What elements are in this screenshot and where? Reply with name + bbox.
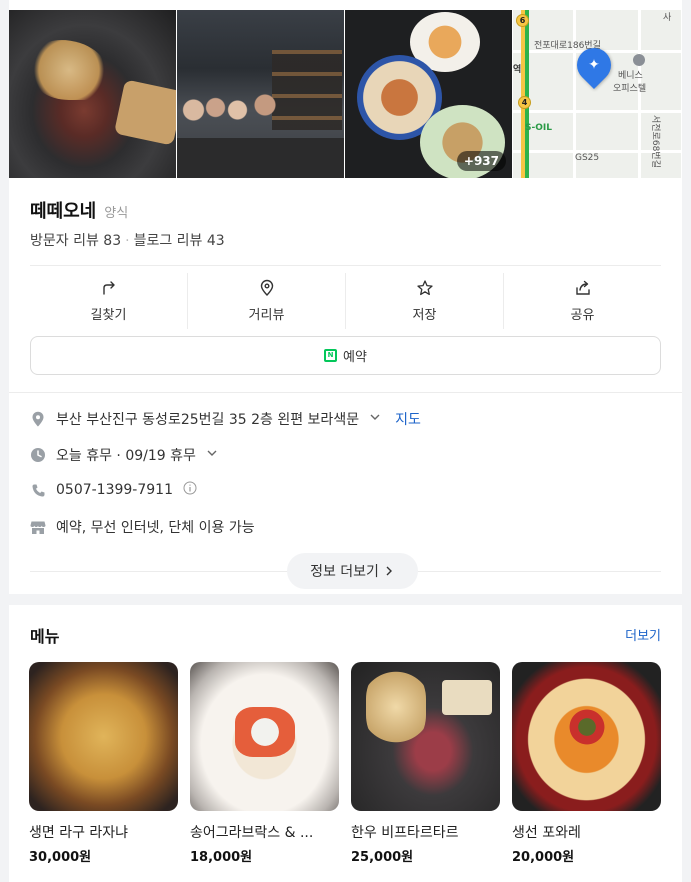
menu-item[interactable]: 생선 포와레 20,000원 [512,662,661,865]
photo-content [177,90,287,140]
divider [9,392,682,393]
menu-more-link[interactable]: 더보기 [625,625,661,644]
street-view-label: 거리뷰 [248,308,285,323]
star-icon [416,280,433,296]
directions-button[interactable]: 길찾기 [30,273,188,329]
menu-item-price: 18,000원 [190,850,253,865]
location-pin-icon [30,411,46,427]
map-gas-label: GS25 [575,153,600,163]
menu-item-price: 20,000원 [512,850,575,865]
map-link[interactable]: 지도 [395,409,421,429]
map-subway-line [525,10,529,178]
blog-review-link[interactable]: 블로그 리뷰 43 [134,233,225,249]
separator-dot: · [125,233,130,249]
photo-count-badge[interactable]: +937 [456,151,506,171]
amenities-row: 예약, 무선 인터넷, 단체 이용 가능 [30,517,255,537]
restaurant-icon: ✦ [588,57,600,73]
photo-content [113,79,176,146]
place-summary-card: +937 6 4 전포대로186번길 역 사 베니스 오피스텔 S-OIL GS… [9,0,682,594]
menu-item-photo [29,662,178,811]
place-category: 양식 [104,206,129,221]
menu-item-photo [351,662,500,811]
menu-item-name: 한우 비프타르타르 [351,825,459,841]
review-summary: 방문자 리뷰 83 · 블로그 리뷰 43 [30,230,225,250]
photo-content [177,138,344,178]
visitor-review-link[interactable]: 방문자 리뷰 83 [30,233,121,249]
menu-item-photo [190,662,339,811]
menu-item-photo [512,662,661,811]
reserve-button[interactable]: N 예약 [30,336,661,375]
directions-icon [102,281,115,295]
place-name: 떼떼오네 [30,201,97,222]
save-label: 저장 [412,308,437,323]
road-number-badge: 4 [518,96,531,109]
store-icon [30,519,46,535]
naver-booking-icon: N [324,349,338,362]
menu-item[interactable]: 한우 비프타르타르 25,000원 [351,662,500,865]
photo-thumbnail[interactable]: +937 [345,10,512,178]
building-icon [633,54,645,66]
mini-map[interactable]: 6 4 전포대로186번길 역 사 베니스 오피스텔 S-OIL GS25 서전… [513,10,681,178]
photo-thumbnail[interactable] [177,10,344,178]
map-oil-label: S-OIL [525,123,552,133]
hours-text: 오늘 휴무 · 09/19 휴무 [56,448,196,464]
address-row: 부산 부산진구 동성로25번길 35 2층 왼편 보라색문 지도 [30,409,421,429]
map-side-label: 서전로68번길 [650,115,660,168]
street-view-button[interactable]: 거리뷰 [188,273,346,329]
phone-row: 0507-1399-7911 [30,481,197,499]
location-pin-icon [260,279,273,296]
chevron-down-icon[interactable] [369,411,381,427]
clock-icon [30,447,46,463]
info-circle-icon[interactable] [183,481,197,499]
menu-item-price: 30,000원 [29,850,92,865]
hours-row[interactable]: 오늘 휴무 · 09/19 휴무 [30,445,218,465]
chevron-right-icon [386,566,392,576]
share-icon [575,280,590,295]
map-road [513,110,681,113]
phone-icon [30,482,46,498]
menu-item-price: 25,000원 [351,850,414,865]
road-number-badge: 6 [516,14,529,27]
map-poi-label: 베니스 [618,71,643,81]
more-info-label: 정보 더보기 [310,564,379,580]
menu-title: 메뉴 [30,627,60,646]
menu-item-name: 생선 포와레 [512,825,581,841]
share-label: 공유 [570,308,595,323]
menu-item[interactable]: 생면 라구 라자냐 30,000원 [29,662,178,865]
map-corner-label: 사 [663,13,672,23]
photo-strip: +937 6 4 전포대로186번길 역 사 베니스 오피스텔 S-OIL GS… [9,10,682,178]
save-button[interactable]: 저장 [346,273,504,329]
divider [30,265,661,266]
phone-number[interactable]: 0507-1399-7911 [56,482,173,498]
directions-label: 길찾기 [90,308,127,323]
menu-card: 메뉴 더보기 생면 라구 라자냐 30,000원 송어그라브락스 & ... 1… [9,605,682,882]
address-text: 부산 부산진구 동성로25번길 35 2층 왼편 보라색문 [56,412,360,428]
place-title-row: 떼떼오네 양식 [30,197,128,223]
menu-item[interactable]: 송어그라브락스 & ... 18,000원 [190,662,339,865]
map-station-label: 역 [513,65,522,75]
menu-item-name: 송어그라브락스 & ... [190,825,314,841]
map-road [638,10,641,178]
menu-list: 생면 라구 라자냐 30,000원 송어그라브락스 & ... 18,000원 … [29,662,661,865]
action-bar: 길찾기 거리뷰 저장 공유 [30,273,661,329]
reserve-label: 예약 [343,350,367,365]
more-info-button[interactable]: 정보 더보기 [287,553,418,589]
photo-thumbnail[interactable] [9,10,176,178]
amenities-text: 예약, 무선 인터넷, 단체 이용 가능 [56,520,255,536]
menu-item-name: 생면 라구 라자냐 [29,825,129,841]
photo-content [29,40,109,100]
map-poi-label: 오피스텔 [613,84,647,94]
place-page: +937 6 4 전포대로186번길 역 사 베니스 오피스텔 S-OIL GS… [0,0,691,882]
share-button[interactable]: 공유 [504,273,661,329]
chevron-down-icon[interactable] [206,447,218,463]
